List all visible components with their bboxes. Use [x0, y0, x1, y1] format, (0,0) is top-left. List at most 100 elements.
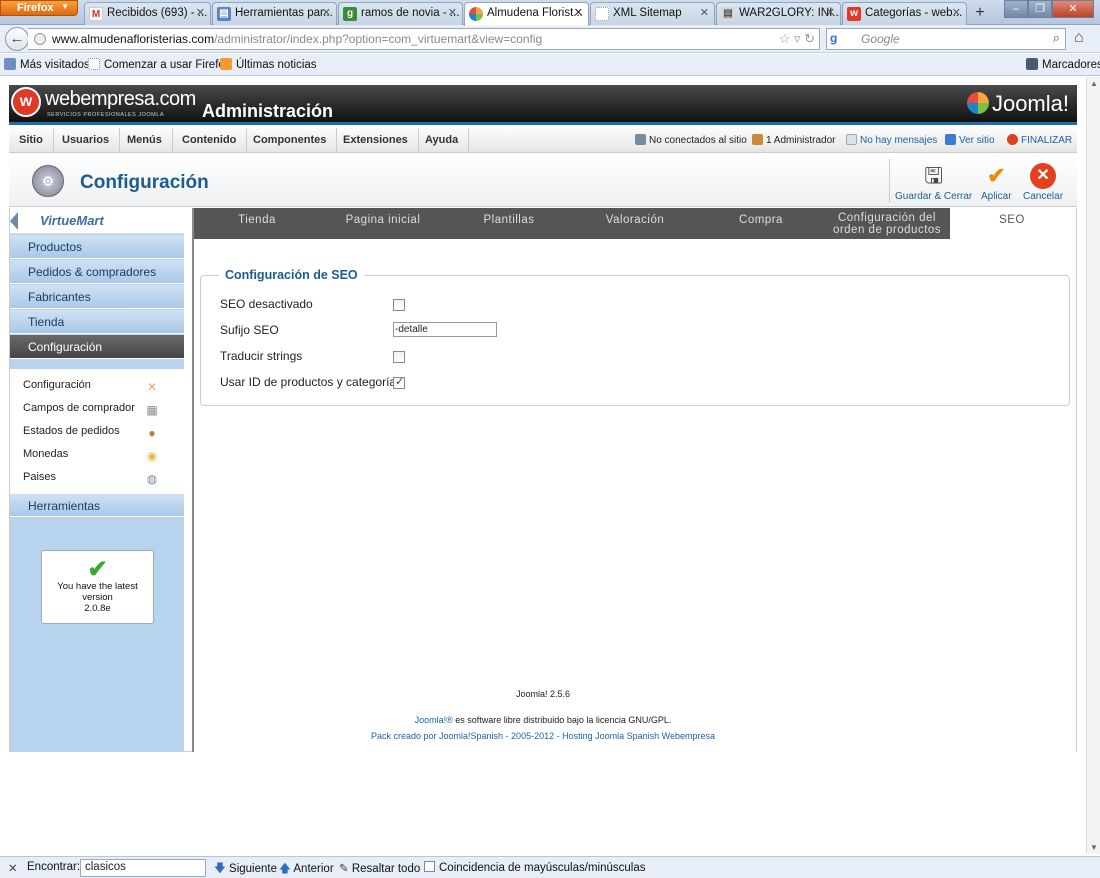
use-id-checkbox[interactable]	[393, 375, 405, 389]
footer-pack-link[interactable]: Pack creado por Joomla!Spanish - 2005-20…	[0, 731, 1086, 741]
collapse-sidebar-icon[interactable]	[10, 212, 18, 230]
close-tab-icon[interactable]: ✕	[196, 6, 205, 19]
cancel-label: Cancelar	[1023, 191, 1064, 202]
new-tab-plus-icon[interactable]: +	[968, 4, 992, 24]
browser-tab-categorias[interactable]: w Categorías - web... ✕	[842, 2, 967, 25]
sidebar-section-tienda[interactable]: Tienda	[10, 310, 184, 334]
save-close-button[interactable]: 🖫 Guardar & Cerrar	[895, 163, 972, 202]
status-messages[interactable]: No hay mensajes	[846, 128, 937, 153]
highlight-all-button[interactable]: ✎ Resaltar todo	[339, 861, 420, 875]
close-tab-icon[interactable]: ✕	[448, 6, 457, 19]
scroll-up-icon[interactable]: ▲	[1090, 79, 1098, 88]
page-scrollbar[interactable]: ▲ ▼	[1086, 77, 1100, 854]
tab-compra[interactable]: Compra	[698, 208, 824, 239]
submenu-estados-pedidos[interactable]: Estados de pedidos	[23, 425, 120, 437]
seo-legend: Configuración de SEO	[219, 268, 364, 282]
close-tab-icon[interactable]: ✕	[952, 6, 961, 19]
menu-ayuda[interactable]: Ayuda	[415, 128, 470, 153]
tab-orden-line1: Configuración del	[837, 212, 936, 224]
search-input[interactable]: g Google ⌕	[826, 28, 1066, 50]
tab-pagina-inicial[interactable]: Pagina inicial	[320, 208, 446, 239]
close-tab-icon[interactable]: ✕	[322, 6, 331, 19]
url-bar[interactable]: www.almudenafloristerias.com/administrat…	[28, 28, 820, 50]
close-tab-icon[interactable]: ✕	[700, 6, 709, 19]
match-case-option[interactable]: Coincidencia de mayúsculas/minúsculas	[424, 861, 645, 874]
firefox-menu-button[interactable]: Firefox ▼	[0, 0, 78, 16]
match-case-checkbox[interactable]	[424, 861, 435, 872]
checkmark-icon: ✔	[87, 556, 108, 583]
close-findbar-icon[interactable]: ✕	[8, 861, 18, 875]
bookmarks-menu[interactable]: Marcadores	[1026, 58, 1100, 71]
footer-version: Joomla! 2.5.6	[515, 689, 571, 699]
joomla-mark-icon	[966, 92, 989, 114]
magnifier-icon[interactable]: ⌕	[1053, 30, 1060, 46]
browser-tab-almudena[interactable]: Almudena Florist... ✕	[464, 2, 589, 26]
sidebar-section-herramientas[interactable]: Herramientas	[10, 493, 184, 517]
submenu-campos-comprador[interactable]: Campos de comprador	[23, 402, 135, 414]
home-icon[interactable]: ⌂	[1074, 29, 1084, 47]
menu-menus[interactable]: Menús	[117, 128, 173, 153]
translate-strings-checkbox[interactable]	[393, 351, 405, 363]
mail-icon	[846, 134, 857, 145]
joomla-logo-text: Joomla!	[991, 91, 1069, 116]
scroll-down-icon[interactable]: ▼	[1090, 843, 1098, 852]
tab-valoracion[interactable]: Valoración	[572, 208, 698, 239]
window-close-icon[interactable]: ✕	[1052, 0, 1094, 18]
menu-usuarios[interactable]: Usuarios	[52, 128, 121, 153]
config-tabs: Tienda Pagina inicial Plantillas Valorac…	[194, 208, 1074, 239]
google-engine-icon[interactable]: g	[830, 31, 844, 45]
bookmark-star-icon[interactable]: ☆	[779, 31, 791, 46]
seo-suffix-input[interactable]: -detalle	[393, 322, 497, 337]
menu-contenido[interactable]: Contenido	[172, 128, 248, 153]
url-actions: ☆ ▿ ↻	[779, 31, 815, 47]
menu-componentes[interactable]: Componentes	[243, 128, 338, 153]
translate-strings-label: Traducir strings	[220, 349, 303, 363]
sidebar-section-productos[interactable]: Productos	[10, 235, 184, 259]
find-input[interactable]: clasicos	[80, 859, 206, 877]
view-site-link[interactable]: Ver sitio	[945, 128, 995, 153]
menu-sitio[interactable]: Sitio	[9, 128, 54, 153]
seo-disabled-label: SEO desactivado	[220, 297, 313, 311]
find-previous-label: Anterior	[293, 863, 334, 875]
tab-orden-productos[interactable]: Configuración del orden de productos	[824, 208, 950, 239]
close-tab-icon[interactable]: ✕	[826, 6, 835, 19]
submenu-paises[interactable]: Paises	[23, 471, 56, 483]
menu-extensiones[interactable]: Extensiones	[333, 128, 419, 153]
webempresa-icon: w	[847, 7, 861, 21]
bookmark-latest-news[interactable]: Últimas noticias	[220, 58, 317, 71]
browser-tab-war2glory[interactable]: ▤ WAR2GLORY: INI... ✕	[716, 2, 841, 25]
submenu-monedas[interactable]: Monedas	[23, 448, 68, 460]
reload-icon[interactable]: ↻	[804, 31, 815, 46]
history-dropdown-icon[interactable]: ▿	[794, 31, 801, 46]
bookmark-label: Comenzar a usar Firefox	[104, 59, 231, 71]
apply-button[interactable]: ✔ Aplicar	[981, 163, 1012, 202]
close-tab-icon[interactable]: ✕	[574, 6, 583, 19]
minimize-icon[interactable]: –	[1004, 0, 1028, 18]
tab-plantillas[interactable]: Plantillas	[446, 208, 572, 239]
browser-tab-gmail[interactable]: M Recibidos (693) - ... ✕	[84, 2, 211, 25]
tools-icon: ✕	[146, 380, 158, 394]
back-arrow-icon[interactable]: ←	[5, 27, 29, 51]
bookmark-getting-started[interactable]: Comenzar a usar Firefox	[88, 58, 231, 71]
submenu-configuracion[interactable]: Configuración	[23, 379, 91, 391]
sidebar-section-pedidos[interactable]: Pedidos & compradores	[10, 260, 184, 284]
maximize-icon[interactable]: ❐	[1028, 0, 1052, 18]
joomla-license-link[interactable]: Joomla!®	[415, 715, 453, 725]
virtuemart-logo-text: VirtueMart	[40, 213, 104, 228]
tab-seo[interactable]: SEO	[950, 208, 1074, 239]
seo-disabled-checkbox[interactable]	[393, 299, 405, 311]
browser-tab-ramos[interactable]: g ramos de novia - ... ✕	[338, 2, 463, 25]
site-identity-icon[interactable]	[34, 33, 46, 45]
tab-tienda[interactable]: Tienda	[194, 208, 320, 239]
browser-tab-herramientas[interactable]: ▤ Herramientas par... ✕	[212, 2, 337, 25]
find-next-button[interactable]: 🡇 Siguiente	[214, 861, 277, 878]
sidebar-section-fabricantes[interactable]: Fabricantes	[10, 285, 184, 309]
logout-link[interactable]: FINALIZAR	[1007, 128, 1072, 153]
cancel-button[interactable]: ✕ Cancelar	[1023, 163, 1063, 202]
sidebar-section-configuracion[interactable]: Configuración	[10, 335, 184, 359]
browser-tab-sitemap[interactable]: XML Sitemap ✕	[590, 2, 715, 25]
bookmark-most-visited[interactable]: Más visitados	[4, 58, 90, 71]
arrow-up-icon: 🡅	[279, 863, 291, 875]
gmail-icon: M	[89, 7, 103, 21]
find-previous-button[interactable]: 🡅 Anterior	[279, 861, 334, 878]
